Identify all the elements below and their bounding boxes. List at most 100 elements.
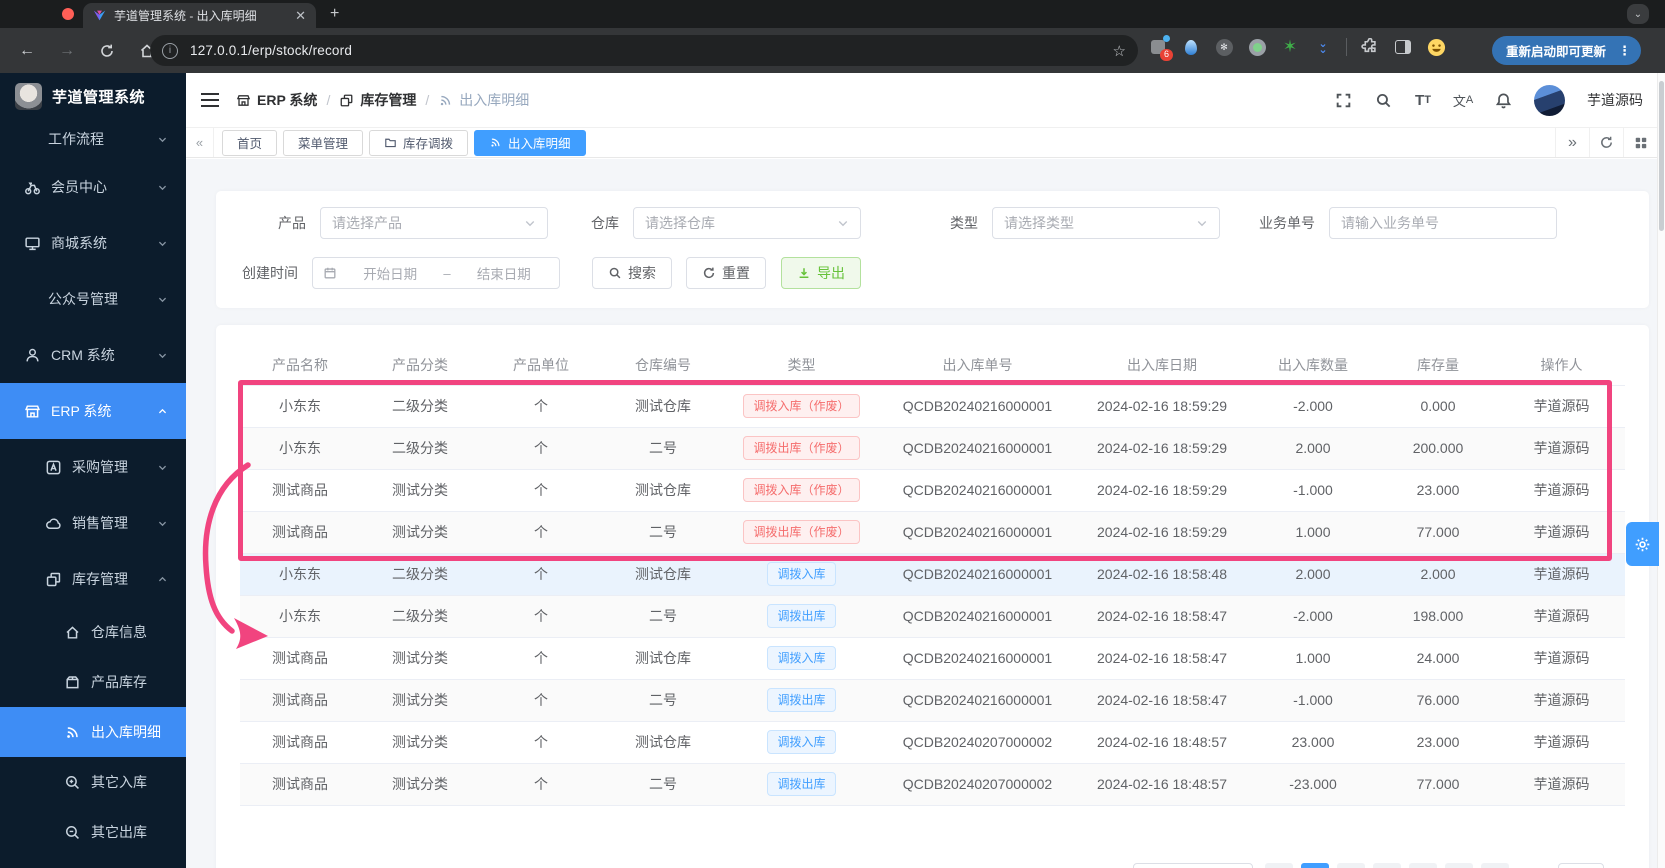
cell-order_no: QCDB20240216000001 [879, 595, 1076, 638]
page-scrollbar[interactable] [1657, 73, 1665, 868]
table-row[interactable]: 小东东 二级分类 个 二号 调拨出库（作废） QCDB20240216000001 2024… [240, 427, 1625, 470]
cell-product: 小东东 [240, 385, 360, 428]
fullscreen-icon[interactable] [1334, 91, 1352, 109]
tags-scroll-right-icon[interactable]: » [1555, 128, 1589, 157]
bizno-input[interactable]: 请输入业务单号 [1329, 207, 1557, 239]
table-row[interactable]: 测试商品 测试分类 个 测试仓库 调拨入库（作废） QCDB20240216000001 2… [240, 469, 1625, 512]
tab-close-icon[interactable]: ✕ [295, 8, 306, 24]
goto-page-input[interactable] [1557, 863, 1604, 868]
sidebar-item-8[interactable]: 库存管理 [0, 551, 186, 607]
cell-order_no: QCDB20240216000001 [879, 385, 1076, 428]
language-icon[interactable]: 文A [1453, 91, 1473, 109]
sidebar-item-13[interactable]: 其它出库 [0, 807, 186, 857]
blue-chevrons-ext-icon[interactable]: ⌄ ⌄ [1313, 37, 1333, 57]
cell-text: 芋道源码 [1533, 440, 1590, 456]
cell-text: QCDB20240216000001 [902, 398, 1053, 414]
refresh-page-icon[interactable] [1589, 128, 1623, 157]
green-dot-ext-icon[interactable] [1247, 37, 1267, 57]
browser-tab[interactable]: 芋道管理系统 - 出入库明细 ✕ [83, 3, 316, 28]
new-tab-button[interactable]: + [330, 5, 339, 23]
page-button-2[interactable]: 2 [1336, 863, 1365, 868]
sidebar-item-label: 采购管理 [72, 459, 128, 475]
table-row[interactable]: 小东东 二级分类 个 测试仓库 调拨入库 QCDB20240216000001 2024-0… [240, 553, 1625, 596]
breadcrumb-item-1[interactable]: 库存管理 [339, 90, 416, 110]
sidebar-item-5[interactable]: ERP 系统 [0, 383, 186, 439]
gray-ext-with-badge-icon[interactable]: 6 [1148, 35, 1173, 61]
user-avatar[interactable] [1534, 84, 1565, 116]
window-close-button[interactable] [62, 8, 74, 20]
tag-tab-3[interactable]: 出入库明细 [474, 129, 586, 156]
layout-grid-icon[interactable] [1623, 128, 1657, 157]
forward-icon[interactable]: → [52, 36, 82, 66]
product-select[interactable]: 请选择产品 [320, 207, 548, 239]
cell-stock: 2.000 [1378, 553, 1498, 596]
search-button[interactable]: 搜索 [592, 257, 672, 289]
cell-order_no: QCDB20240216000001 [879, 511, 1076, 554]
notifications-bell-icon[interactable] [1494, 91, 1512, 109]
sidebar-item-10[interactable]: 产品库存 [0, 657, 186, 707]
tag-tab-1[interactable]: 菜单管理 [283, 129, 364, 156]
theme-settings-button[interactable] [1626, 522, 1659, 566]
back-icon[interactable]: ← [12, 36, 42, 66]
blue-drop-ext-icon[interactable] [1181, 37, 1201, 57]
browser-menu-icon[interactable]: ⋮ [1614, 43, 1635, 59]
username[interactable]: 芋道源码 [1587, 90, 1643, 110]
tags-scroll-left-icon[interactable]: « [186, 128, 214, 157]
sidebar-item-7[interactable]: 销售管理 [0, 495, 186, 551]
site-info-icon[interactable]: i [162, 42, 178, 59]
type-select[interactable]: 请选择类型 [992, 207, 1220, 239]
sidebar-item-6[interactable]: 采购管理 [0, 439, 186, 495]
tab-search-chevron-icon[interactable]: ⌄ [1627, 4, 1649, 24]
tags-view-bar: « 首页 菜单管理 库存调拨 出入库明细 » [186, 127, 1665, 158]
reset-refresh-icon [703, 267, 715, 279]
reload-icon[interactable] [92, 36, 122, 66]
table-row[interactable]: 测试商品 测试分类 个 二号 调拨出库 QCDB20240207000002 2024-02… [240, 763, 1625, 806]
table-row[interactable]: 测试商品 测试分类 个 测试仓库 调拨入库 QCDB20240207000002 2024-… [240, 721, 1625, 764]
tag-tab-2[interactable]: 库存调拨 [369, 129, 469, 156]
export-button[interactable]: 导出 [781, 257, 861, 289]
page-button-5[interactable]: 5 [1444, 863, 1473, 868]
sidebar-item-3[interactable]: 公众号管理 [0, 271, 186, 327]
page-button-3[interactable]: 3 [1372, 863, 1401, 868]
reset-button[interactable]: 重置 [686, 257, 766, 289]
dark-circle-ext-icon[interactable]: ✻ [1214, 37, 1234, 57]
chrome-update-button[interactable]: 重新启动即可更新 ⋮ [1492, 36, 1642, 65]
table-row[interactable]: 小东东 二级分类 个 二号 调拨出库 QCDB20240216000001 2024-02-… [240, 595, 1625, 638]
sidebar-item-0[interactable]: 工作流程 [0, 119, 186, 159]
page-button-4[interactable]: 4 [1408, 863, 1437, 868]
search-icon[interactable] [1374, 91, 1392, 109]
next-page-button[interactable]: › [1480, 863, 1509, 868]
product-select-placeholder: 请选择产品 [332, 215, 402, 231]
box-icon [64, 674, 81, 691]
font-size-icon[interactable]: TT [1414, 91, 1432, 109]
created-time-range-picker[interactable]: 开始日期 – 结束日期 [312, 257, 560, 289]
tag-tab-0[interactable]: 首页 [222, 129, 278, 156]
sidebar-item-2[interactable]: 商城系统 [0, 215, 186, 271]
table-row[interactable]: 小东东 二级分类 个 测试仓库 调拨入库（作废） QCDB20240216000001 20… [240, 385, 1625, 428]
warehouse-select[interactable]: 请选择仓库 [633, 207, 861, 239]
profile-emoji-icon[interactable] [1426, 37, 1446, 57]
scrollbar-thumb[interactable] [1659, 81, 1664, 231]
sidebar-item-12[interactable]: 其它入库 [0, 757, 186, 807]
collapse-sidebar-icon[interactable] [200, 92, 220, 108]
sidebar-item-4[interactable]: CRM 系统 [0, 327, 186, 383]
bookmark-star-icon[interactable]: ☆ [1113, 42, 1126, 60]
page-button-1[interactable]: 1 [1300, 863, 1329, 868]
side-panel-icon[interactable] [1393, 37, 1413, 57]
table-row[interactable]: 测试商品 测试分类 个 二号 调拨出库（作废） QCDB20240216000001 202… [240, 511, 1625, 554]
breadcrumb-item-0[interactable]: ERP 系统 [236, 90, 317, 110]
prev-page-button[interactable]: ‹ [1264, 863, 1293, 868]
green-star-ext-icon[interactable]: ✶ [1280, 37, 1300, 57]
sidebar-item-1[interactable]: 会员中心 [0, 159, 186, 215]
address-bar[interactable]: i 127.0.0.1/erp/stock/record ☆ [150, 35, 1138, 66]
app-logo-row[interactable]: 芋道管理系统 [0, 73, 186, 119]
table-row[interactable]: 测试商品 测试分类 个 测试仓库 调拨入库 QCDB20240216000001 2024-… [240, 637, 1625, 680]
sidebar-item-9[interactable]: 仓库信息 [0, 607, 186, 657]
boxes-icon [45, 571, 62, 588]
table-row[interactable]: 测试商品 测试分类 个 二号 调拨出库 QCDB20240216000001 2024-02… [240, 679, 1625, 722]
breadcrumb-item-2[interactable]: 出入库明细 [438, 90, 529, 110]
extensions-puzzle-icon[interactable] [1360, 37, 1380, 57]
type-select-placeholder: 请选择类型 [1004, 215, 1074, 231]
sidebar-item-11[interactable]: 出入库明细 [0, 707, 186, 757]
page-size-select[interactable]: 10条/页 [1132, 863, 1253, 868]
